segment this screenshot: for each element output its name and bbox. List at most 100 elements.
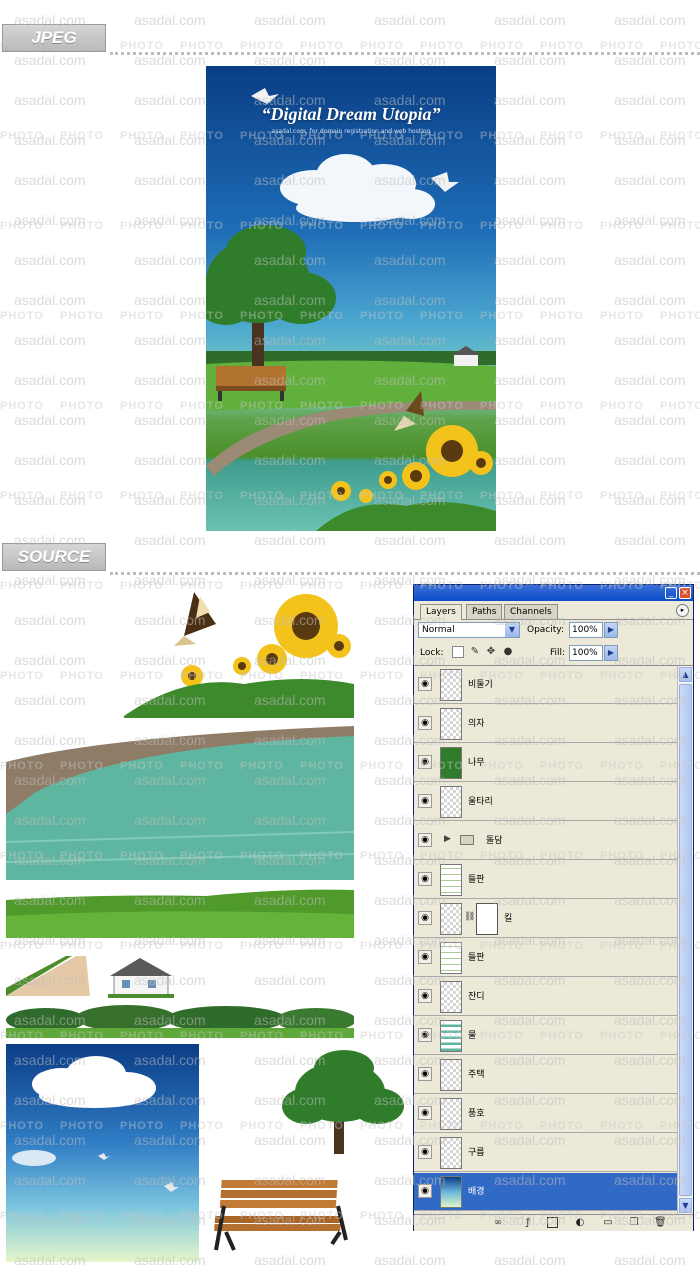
watermark-text: asadal.com <box>134 492 206 508</box>
path-asset <box>6 956 90 996</box>
new-layer-icon[interactable]: ❐ <box>628 1217 640 1229</box>
layer-row[interactable]: ◉ ⛓ 킬 <box>414 900 677 938</box>
eye-icon[interactable]: ◉ <box>418 1028 432 1042</box>
layer-row[interactable]: ◉ 주택 <box>414 1056 677 1094</box>
sunflower-shape <box>316 425 496 531</box>
watermark-photo: PHOTO <box>0 220 44 232</box>
watermark-text: asadal.com <box>494 1252 566 1268</box>
watermark-photo: PHOTO <box>300 40 344 52</box>
layer-name: 구름 <box>468 1148 485 1158</box>
layer-row[interactable]: ◉ 잔디 <box>414 978 677 1016</box>
panel-toolbar: ∞ ƒ ◐ ▭ ❐ 🗑 <box>414 1214 693 1231</box>
watermark-photo: PHOTO <box>360 850 404 862</box>
layer-row[interactable]: ◉ 들판 <box>414 861 677 899</box>
layer-row[interactable]: ◉ 들판 <box>414 939 677 977</box>
fill-arrow-icon[interactable]: ▶ <box>604 645 618 661</box>
minimize-button[interactable]: _ <box>665 587 677 599</box>
expand-arrow-icon[interactable]: ▶ <box>444 834 451 844</box>
panel-tabs: Layers Paths Channels ▸ <box>414 601 693 620</box>
new-group-icon[interactable]: ▭ <box>602 1217 614 1229</box>
scroll-down-icon[interactable]: ▼ <box>679 1198 692 1213</box>
layer-style-icon[interactable]: ƒ <box>522 1217 534 1229</box>
adjustment-layer-icon[interactable]: ◐ <box>574 1217 586 1229</box>
scroll-up-icon[interactable]: ▲ <box>679 667 692 682</box>
eye-icon[interactable]: ◉ <box>418 1145 432 1159</box>
eye-icon[interactable]: ◉ <box>418 794 432 808</box>
poster-artwork <box>206 88 496 531</box>
source-section-label: SOURCE <box>2 543 106 571</box>
opacity-input[interactable]: 100% <box>569 622 603 638</box>
link-layers-icon[interactable]: ∞ <box>492 1217 504 1229</box>
watermark-text: asadal.com <box>494 12 566 28</box>
watermark-photo: PHOTO <box>0 400 44 412</box>
lock-brush-icon[interactable]: ✎ <box>469 646 481 658</box>
layer-thumbnail <box>440 942 462 974</box>
watermark-text: asadal.com <box>614 1252 686 1268</box>
watermark-photo: PHOTO <box>540 40 584 52</box>
sky-clouds <box>12 1056 179 1192</box>
layer-name: 비둘기 <box>468 680 493 690</box>
eye-icon[interactable]: ◉ <box>418 716 432 730</box>
opacity-arrow-icon[interactable]: ▶ <box>604 622 618 638</box>
layer-row[interactable]: ◉ 배경 <box>414 1173 677 1211</box>
watermark-photo: PHOTO <box>0 580 44 592</box>
layer-name: 잔디 <box>468 992 485 1002</box>
eye-icon[interactable]: ◉ <box>418 755 432 769</box>
eye-icon[interactable]: ◉ <box>418 911 432 925</box>
layer-name: 돌담 <box>486 836 503 846</box>
watermark-photo: PHOTO <box>540 130 584 142</box>
layer-name: 주택 <box>468 1070 485 1080</box>
watermark-text: asadal.com <box>254 1252 326 1268</box>
layer-mask-thumbnail[interactable] <box>476 903 498 935</box>
eye-icon[interactable]: ◉ <box>418 833 432 847</box>
watermark-text: asadal.com <box>134 12 206 28</box>
lock-move-icon[interactable]: ✥ <box>485 646 497 658</box>
eye-icon[interactable]: ◉ <box>418 872 432 886</box>
poster-subtitle: asadal.com, for domain registration and … <box>271 128 431 135</box>
tab-channels[interactable]: Channels <box>504 604 558 619</box>
panel-menu-icon[interactable]: ▸ <box>676 604 689 617</box>
watermark-photo: PHOTO <box>600 310 644 322</box>
watermark-text: asadal.com <box>134 372 206 388</box>
watermark-text: asadal.com <box>254 972 326 988</box>
close-button[interactable]: × <box>679 587 691 599</box>
eye-icon[interactable]: ◉ <box>418 950 432 964</box>
layer-thumbnail <box>440 1020 462 1052</box>
lock-all-icon[interactable]: ● <box>502 646 514 658</box>
layer-row[interactable]: ◉ 물 <box>414 1017 677 1055</box>
eye-icon[interactable]: ◉ <box>418 1067 432 1081</box>
tab-paths[interactable]: Paths <box>466 604 503 619</box>
field-asset <box>6 889 354 938</box>
lock-transparency-icon[interactable] <box>452 646 464 658</box>
add-mask-icon[interactable] <box>547 1217 558 1228</box>
eye-icon[interactable]: ◉ <box>418 1106 432 1120</box>
blend-mode-select[interactable]: Normal ▼ <box>418 622 520 638</box>
layer-row[interactable]: ◉ 비둘기 <box>414 666 677 704</box>
layer-row[interactable]: ◉ 구름 <box>414 1134 677 1172</box>
watermark-text: asadal.com <box>614 372 686 388</box>
layer-row[interactable]: ◉ 풍호 <box>414 1095 677 1133</box>
eye-icon[interactable]: ◉ <box>418 677 432 691</box>
blend-row: Normal ▼ Opacity: 100% ▶ <box>414 619 693 641</box>
layer-row[interactable]: ◉ 나무 <box>414 744 677 782</box>
layer-row[interactable]: ◉ 의자 <box>414 705 677 743</box>
layer-scrollbar[interactable]: ▲ ▼ <box>677 666 693 1214</box>
minimize-icon: _ <box>668 588 674 598</box>
scroll-thumb[interactable] <box>679 684 692 1196</box>
pond-asset <box>6 722 354 880</box>
watermark-text: asadal.com <box>134 132 206 148</box>
tab-layers[interactable]: Layers <box>420 604 462 620</box>
watermark-text: asadal.com <box>614 292 686 308</box>
eye-icon[interactable]: ◉ <box>418 1184 432 1198</box>
watermark-text: asadal.com <box>494 212 566 228</box>
fill-input[interactable]: 100% <box>569 645 603 661</box>
layer-row[interactable]: ◉ 울타리 <box>414 783 677 821</box>
watermark-photo: PHOTO <box>240 1120 284 1132</box>
trash-icon[interactable]: 🗑 <box>654 1217 667 1229</box>
watermark-photo: PHOTO <box>60 310 104 322</box>
watermark-photo: PHOTO <box>60 490 104 502</box>
chain-link-icon[interactable]: ⛓ <box>464 912 475 922</box>
panel-titlebar[interactable]: _ × <box>414 585 693 601</box>
eye-icon[interactable]: ◉ <box>418 989 432 1003</box>
layer-row[interactable]: ◉ ▶ 돌담 <box>414 822 677 860</box>
